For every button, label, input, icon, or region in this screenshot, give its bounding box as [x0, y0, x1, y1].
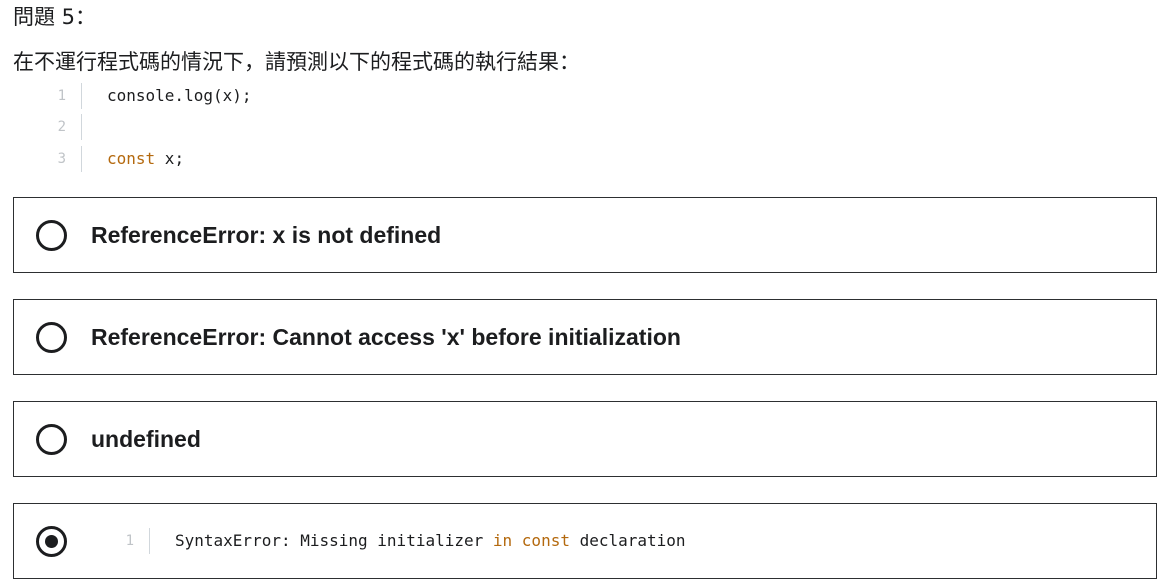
- answer-option-label: ReferenceError: x is not defined: [91, 222, 442, 248]
- answer-option-label: undefined: [91, 426, 201, 452]
- code-keyword: in: [492, 531, 513, 550]
- code-token: SyntaxError: Missing initializer: [175, 531, 493, 550]
- code-line: 2: [40, 112, 640, 144]
- answer-option-label: ReferenceError: Cannot access 'x' before…: [91, 324, 681, 350]
- code-token: x;: [155, 148, 185, 168]
- code-text: console.log(x);: [82, 83, 252, 109]
- answer-option-2[interactable]: ReferenceError: Cannot access 'x' before…: [13, 299, 1157, 375]
- line-number: 1: [118, 528, 150, 554]
- answer-option-1[interactable]: ReferenceError: x is not defined: [13, 197, 1157, 273]
- question-title: 問題 5：: [13, 5, 97, 29]
- code-keyword: const: [521, 531, 570, 550]
- question-prompt: 在不運行程式碼的情況下，請預測以下的程式碼的執行結果：: [13, 50, 580, 74]
- code-text: SyntaxError: Missing initializer in cons…: [150, 528, 686, 554]
- code-keyword: const: [107, 148, 156, 168]
- line-number: 3: [40, 145, 82, 172]
- answer-option-code: 1 SyntaxError: Missing initializer in co…: [118, 528, 686, 554]
- answer-option-3[interactable]: undefined: [13, 401, 1157, 477]
- radio-button[interactable]: [36, 322, 67, 353]
- radio-button[interactable]: [36, 424, 67, 455]
- code-line: 3 const x;: [40, 143, 640, 175]
- line-number: 2: [40, 114, 82, 141]
- code-token: declaration: [569, 531, 686, 550]
- radio-selected-dot: [45, 535, 58, 548]
- code-line: 1 console.log(x);: [40, 80, 640, 112]
- line-number: 1: [40, 82, 82, 109]
- answer-option-4[interactable]: 1 SyntaxError: Missing initializer in co…: [13, 503, 1157, 579]
- code-text: const x;: [82, 146, 184, 172]
- radio-button-selected[interactable]: [36, 526, 67, 557]
- code-block: 1 console.log(x); 2 3 const x;: [40, 80, 640, 175]
- code-token: console.log(x);: [107, 85, 252, 105]
- radio-button[interactable]: [36, 220, 67, 251]
